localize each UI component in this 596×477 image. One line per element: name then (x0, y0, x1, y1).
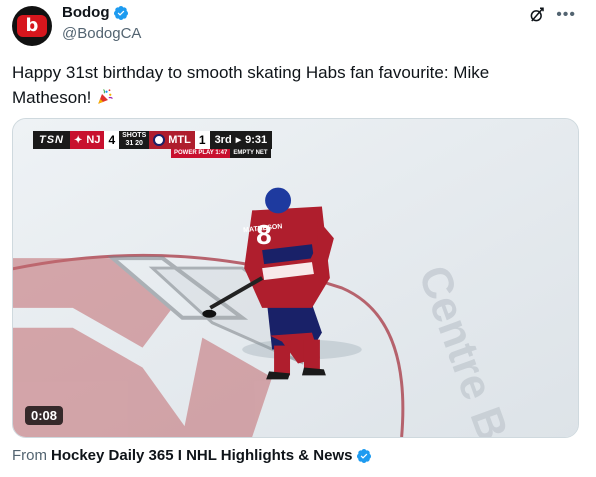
away-team: ✦ NJ (70, 131, 105, 149)
away-score: 4 (104, 131, 120, 149)
verified-badge-icon (114, 5, 129, 20)
bodog-logo: b (17, 15, 47, 37)
party-popper-icon (98, 89, 114, 104)
video-frame: 8 MATHESON Centre Bell (13, 119, 578, 437)
more-options-icon[interactable]: ••• (556, 6, 576, 24)
source-attribution: From Hockey Daily 365 I NHL Highlights &… (12, 447, 372, 464)
devils-logo-icon: ✦ (74, 134, 83, 146)
grok-icon[interactable] (528, 6, 546, 24)
author-handle[interactable]: @BodogCA (62, 25, 141, 42)
power-play-label: POWER PLAY 1:47 (171, 149, 231, 158)
video-duration: 0:08 (25, 406, 64, 425)
video-player[interactable]: 8 MATHESON Centre Bell TSN ✦ NJ 4 SHOTS … (12, 118, 579, 438)
canadiens-logo-icon (153, 134, 166, 146)
verified-badge-icon (357, 448, 372, 463)
author-name-row: Bodog (62, 4, 129, 21)
shots-values: 31 20 (125, 140, 143, 147)
home-team: MTL (149, 131, 195, 149)
tweet-actions: ••• (528, 6, 576, 24)
home-score: 1 (194, 131, 210, 149)
author-display-name[interactable]: Bodog (62, 4, 109, 21)
away-team-name: NJ (86, 134, 101, 146)
source-prefix: From (12, 447, 47, 464)
play-arrow-icon: ▶ (235, 137, 242, 144)
home-team-name: MTL (168, 134, 191, 146)
network-logo: TSN (33, 131, 70, 149)
power-play-bar: POWER PLAY 1:47 EMPTY NET (171, 149, 271, 158)
period-clock: 3rd ▶ 9:31 (209, 131, 273, 149)
tweet-body: Happy 31st birthday to smooth skating Ha… (12, 63, 490, 107)
source-name-link[interactable]: Hockey Daily 365 I NHL Highlights & News (51, 447, 352, 464)
game-clock: 9:31 (245, 134, 268, 146)
avatar[interactable]: b (12, 6, 52, 46)
empty-net-label: EMPTY NET (230, 149, 271, 158)
shots-label: SHOTS (122, 132, 147, 139)
scorebug: TSN ✦ NJ 4 SHOTS 31 20 MTL 1 3rd ▶ 9:31 (33, 131, 273, 149)
avatar-letter: b (25, 15, 39, 36)
tweet-text: Happy 31st birthday to smooth skating Ha… (12, 60, 572, 110)
shots-box: SHOTS 31 20 (119, 131, 150, 149)
period: 3rd (214, 134, 232, 146)
